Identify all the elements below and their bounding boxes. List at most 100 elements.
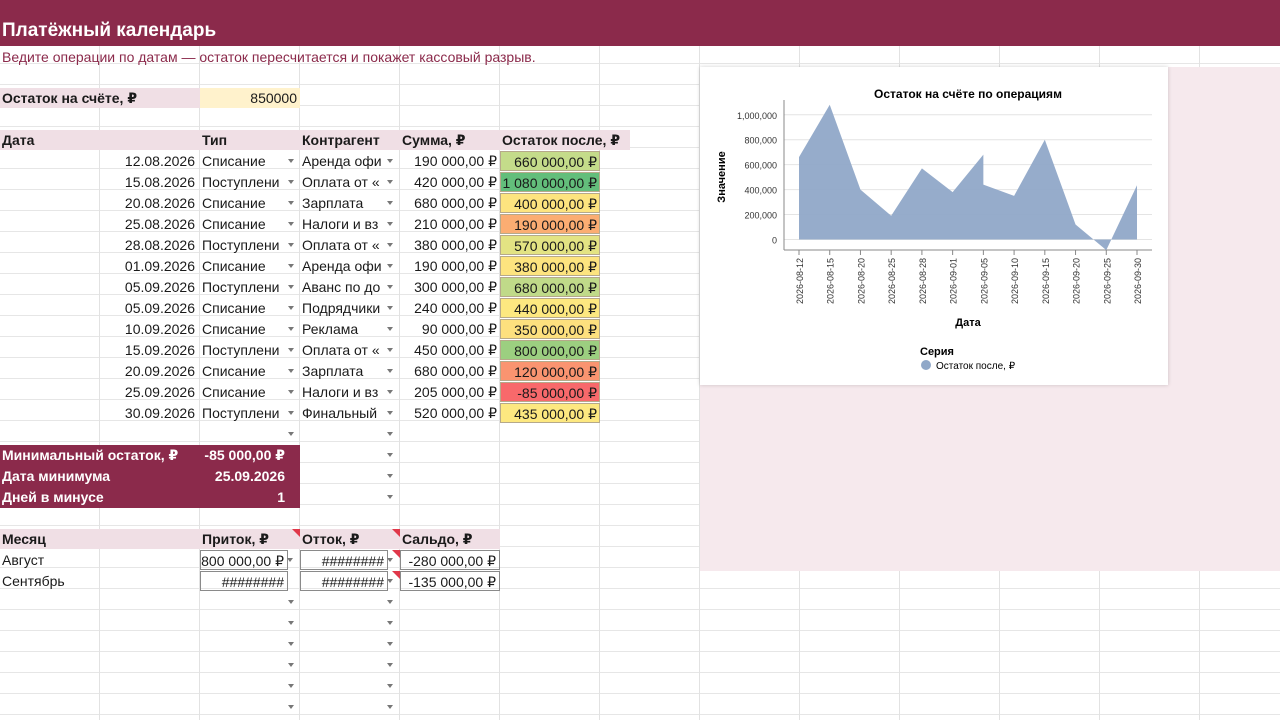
chevron-down-icon[interactable] — [387, 369, 393, 373]
row-amount[interactable]: 380 000,00 ₽ — [400, 235, 500, 255]
row-counterparty[interactable]: Зарплата — [300, 193, 386, 213]
row-amount[interactable]: 240 000,00 ₽ — [400, 298, 500, 318]
row-type[interactable]: Списание — [200, 319, 286, 339]
chevron-down-icon[interactable] — [387, 663, 393, 667]
chevron-down-icon[interactable] — [287, 558, 293, 562]
row-counterparty[interactable]: Аренда офи — [300, 256, 386, 276]
legend-item[interactable]: Остаток после, ₽ — [936, 361, 1016, 372]
row-type[interactable]: Списание — [200, 214, 286, 234]
row-type[interactable]: Списание — [200, 382, 286, 402]
row-counterparty[interactable]: Реклама — [300, 319, 386, 339]
row-type[interactable]: Поступлени — [200, 172, 286, 192]
chevron-down-icon[interactable] — [387, 600, 393, 604]
row-counterparty[interactable]: Оплата от « — [300, 235, 386, 255]
outflow-august[interactable]: ######## — [300, 550, 388, 570]
chevron-down-icon[interactable] — [288, 369, 294, 373]
row-amount[interactable]: 680 000,00 ₽ — [400, 193, 500, 213]
chevron-down-icon[interactable] — [288, 705, 294, 709]
chevron-down-icon[interactable] — [387, 327, 393, 331]
chevron-down-icon[interactable] — [288, 684, 294, 688]
row-amount[interactable]: 90 000,00 ₽ — [400, 319, 500, 339]
balance-input[interactable]: 850000 — [200, 88, 300, 108]
chevron-down-icon[interactable] — [288, 306, 294, 310]
row-date[interactable]: 15.08.2026 — [0, 172, 198, 192]
row-type[interactable]: Списание — [200, 361, 286, 381]
chevron-down-icon[interactable] — [288, 348, 294, 352]
chevron-down-icon[interactable] — [387, 621, 393, 625]
chevron-down-icon[interactable] — [288, 201, 294, 205]
row-amount[interactable]: 190 000,00 ₽ — [400, 256, 500, 276]
chevron-down-icon[interactable] — [387, 348, 393, 352]
chevron-down-icon[interactable] — [387, 705, 393, 709]
balance-chart[interactable]: Остаток на счёте по операциям 1,000,000 8… — [700, 67, 1168, 385]
row-date[interactable]: 25.09.2026 — [0, 382, 198, 402]
chevron-down-icon[interactable] — [387, 306, 393, 310]
row-date[interactable]: 15.09.2026 — [0, 340, 198, 360]
row-amount[interactable]: 420 000,00 ₽ — [400, 172, 500, 192]
row-date[interactable]: 10.09.2026 — [0, 319, 198, 339]
chevron-down-icon[interactable] — [288, 327, 294, 331]
chevron-down-icon[interactable] — [288, 159, 294, 163]
row-type[interactable]: Поступлени — [200, 277, 286, 297]
chevron-down-icon[interactable] — [288, 243, 294, 247]
chevron-down-icon[interactable] — [387, 558, 393, 562]
row-counterparty[interactable]: Подрядчики — [300, 298, 386, 318]
chevron-down-icon[interactable] — [288, 411, 294, 415]
row-type[interactable]: Поступлени — [200, 235, 286, 255]
chevron-down-icon[interactable] — [387, 180, 393, 184]
chevron-down-icon[interactable] — [387, 285, 393, 289]
row-date[interactable]: 20.08.2026 — [0, 193, 198, 213]
inflow-september[interactable]: ######## — [200, 571, 288, 591]
row-amount[interactable]: 190 000,00 ₽ — [400, 151, 500, 171]
row-counterparty[interactable]: Оплата от « — [300, 340, 386, 360]
chevron-down-icon[interactable] — [387, 453, 393, 457]
row-counterparty[interactable]: Налоги и вз — [300, 382, 386, 402]
chevron-down-icon[interactable] — [288, 642, 294, 646]
chevron-down-icon[interactable] — [288, 390, 294, 394]
row-amount[interactable]: 680 000,00 ₽ — [400, 361, 500, 381]
row-date[interactable]: 05.09.2026 — [0, 277, 198, 297]
chevron-down-icon[interactable] — [288, 180, 294, 184]
row-type[interactable]: Списание — [200, 151, 286, 171]
row-counterparty[interactable]: Оплата от « — [300, 172, 386, 192]
inflow-august[interactable]: 800 000,00 ₽ — [200, 550, 288, 570]
row-date[interactable]: 01.09.2026 — [0, 256, 198, 276]
chevron-down-icon[interactable] — [387, 201, 393, 205]
chevron-down-icon[interactable] — [288, 222, 294, 226]
row-amount[interactable]: 520 000,00 ₽ — [400, 403, 500, 423]
row-date[interactable]: 05.09.2026 — [0, 298, 198, 318]
chevron-down-icon[interactable] — [387, 432, 393, 436]
saldo-september[interactable]: -135 000,00 ₽ — [400, 571, 500, 591]
chevron-down-icon[interactable] — [387, 222, 393, 226]
chevron-down-icon[interactable] — [387, 579, 393, 583]
row-counterparty[interactable]: Финальный — [300, 403, 386, 423]
chevron-down-icon[interactable] — [387, 495, 393, 499]
row-date[interactable]: 25.08.2026 — [0, 214, 198, 234]
chevron-down-icon[interactable] — [288, 285, 294, 289]
chevron-down-icon[interactable] — [288, 621, 294, 625]
row-counterparty[interactable]: Налоги и вз — [300, 214, 386, 234]
row-amount[interactable]: 210 000,00 ₽ — [400, 214, 500, 234]
chevron-down-icon[interactable] — [387, 474, 393, 478]
chevron-down-icon[interactable] — [288, 663, 294, 667]
row-type[interactable]: Списание — [200, 193, 286, 213]
row-type[interactable]: Списание — [200, 256, 286, 276]
chevron-down-icon[interactable] — [288, 432, 294, 436]
row-date[interactable]: 12.08.2026 — [0, 151, 198, 171]
row-date[interactable]: 30.09.2026 — [0, 403, 198, 423]
row-type[interactable]: Поступлени — [200, 403, 286, 423]
chevron-down-icon[interactable] — [387, 159, 393, 163]
row-type[interactable]: Поступлени — [200, 340, 286, 360]
row-counterparty[interactable]: Аванс по до — [300, 277, 386, 297]
chevron-down-icon[interactable] — [387, 411, 393, 415]
chevron-down-icon[interactable] — [387, 264, 393, 268]
row-date[interactable]: 20.09.2026 — [0, 361, 198, 381]
chevron-down-icon[interactable] — [387, 243, 393, 247]
row-counterparty[interactable]: Аренда офи — [300, 151, 386, 171]
chevron-down-icon[interactable] — [387, 642, 393, 646]
chevron-down-icon[interactable] — [387, 684, 393, 688]
row-amount[interactable]: 205 000,00 ₽ — [400, 382, 500, 402]
saldo-august[interactable]: -280 000,00 ₽ — [400, 550, 500, 570]
chevron-down-icon[interactable] — [288, 264, 294, 268]
chevron-down-icon[interactable] — [288, 600, 294, 604]
